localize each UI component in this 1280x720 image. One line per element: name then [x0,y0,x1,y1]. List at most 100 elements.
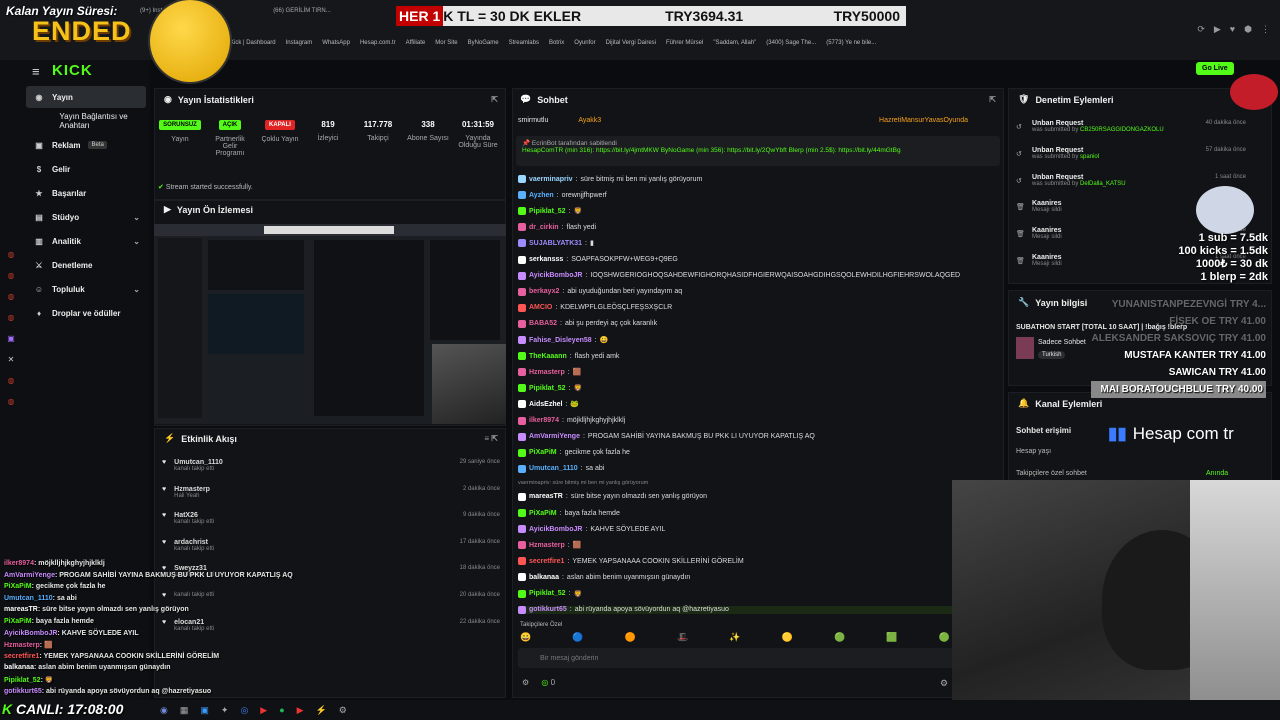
chat-message[interactable]: ilker8974: möjklljhjkghyjhjklklj [518,416,625,425]
sidebar-item[interactable]: ♦ Droplar ve ödüller [26,302,146,324]
activity-item[interactable]: ♥ ardachrist kanalı takip etti 17 dakika ön… [162,539,500,552]
emote-icon[interactable]: 🟠 [625,632,636,643]
chat-username[interactable]: vaerminapriv [529,176,573,183]
mod-action-user[interactable]: spaniol [1080,154,1099,160]
chat-username[interactable]: ilker8974 [529,417,559,424]
rail-icon[interactable]: ◍ [8,292,15,301]
chat-message[interactable]: SUJABLYATK31: ▮ [518,239,594,248]
chrome-icon[interactable]: ◎ [240,705,248,716]
chat-username[interactable]: AyicikBomboJR [529,526,582,533]
go-live-button[interactable]: Go Live [1196,62,1234,75]
chat-message[interactable]: gotikkurt65: abi rüyanda apoya sövüyordun… [518,605,954,614]
bookmark[interactable]: ByNoGame [468,40,499,46]
chat-message[interactable]: AmVarmiYenge: PROGAM SAHİBİ YAYINA BAKMUŞ… [518,432,815,441]
chat-username[interactable]: Pipiklat_52 [529,590,566,597]
chat-message[interactable]: secretfire1: YEMEK YAPSANAAA COOKIN SKİLL… [518,557,744,566]
chat-username[interactable]: SUJABLYATK31 [529,240,582,247]
emote-icon[interactable]: 🟡 [782,632,793,643]
settings-icon[interactable]: ⚙ [339,705,347,716]
chat-username[interactable]: dr_cirkin [529,224,559,231]
chat-message[interactable]: berkayx2: abi uyuduğundan beri yayındayım… [518,287,682,296]
chat-username[interactable]: AyicikBomboJR [529,272,582,279]
activity-item[interactable]: ♥ HatX26 kanalı takip etti 9 dakika önce [162,512,500,525]
filter-icon[interactable]: ≡ ⇱ [484,434,498,443]
chat-message[interactable]: dr_cirkin: flash yedi [518,223,596,232]
bookmark[interactable]: (5773) Ye ne bile... [826,40,876,46]
bookmark[interactable]: Kick | Dashboard [230,40,276,46]
chat-message[interactable]: Hzmasterp: 🟫 [518,541,581,550]
rail-icon[interactable]: ◍ [8,313,15,322]
bookmark[interactable]: Führer Mürsel [666,40,703,46]
discord-icon[interactable]: ◉ [160,705,168,716]
chat-input[interactable]: Bir mesaj gönderin [518,648,954,668]
sidebar-item[interactable]: ★ Başarılar [26,182,146,204]
rail-icon[interactable]: ▣ [7,334,15,343]
chat-username[interactable]: PiXaPiM [529,449,557,456]
chat-message[interactable]: TheKaaann: flash yedi amk [518,352,619,361]
chat-message[interactable]: PiXaPiM: baya fazla hemde [518,509,620,517]
popout-icon[interactable]: ⇱ [491,95,498,104]
category-name[interactable]: Sadece Sohbet [1038,339,1086,346]
hamburger-menu-icon[interactable]: ≡ [32,64,40,79]
chat-message[interactable]: vaerminapriv: süre bitmiş mi ben mi yanlı… [518,175,702,183]
chat-username[interactable]: mareasTR [529,493,563,500]
heart-icon[interactable]: ♥ [1230,24,1235,35]
chat-message[interactable]: mareasTR: süre bitse yayın olmazdı sen ya… [518,492,707,501]
chat-username[interactable]: AMCIO [529,304,552,311]
chat-username[interactable]: AidsEzhel [529,401,562,408]
play-icon[interactable]: ▶ [1214,24,1221,35]
emote-icon[interactable]: 🟩 [886,632,897,643]
emote-icon[interactable]: ✨ [729,632,740,643]
chat-message[interactable]: Umutcan_1110: sa abi [518,464,604,473]
bookmark[interactable]: Dijital Vergi Dairesi [606,40,656,46]
emote-icon[interactable]: 😀 [520,632,531,643]
sidebar-item[interactable]: ▥ Analitik ⌄ [26,230,146,252]
sidebar-item[interactable]: ▣ Reklam Beta [26,134,146,156]
tab-gerilim[interactable]: (66) GERİLİM TIRN... [273,8,331,14]
chat-message[interactable]: PiXaPiM: gecikme çok fazla he [518,448,630,457]
sidebar-item[interactable]: ☺ Topluluk ⌄ [26,278,146,300]
mod-action[interactable]: ↺ Unban Request was submitted by DelDalla_… [1016,174,1246,187]
chat-message[interactable]: balkanaa: aslan abim benim uyanmışsın gün… [518,573,690,582]
chevron-down-icon[interactable]: ⌄ [133,285,140,294]
refresh-icon[interactable]: ⟳ [1197,24,1205,35]
bookmark[interactable]: (3400) Sage The... [766,40,816,46]
followers-chat-value[interactable]: Anında [1206,470,1228,477]
sidebar-item[interactable]: ▤ Stüdyo ⌄ [26,206,146,228]
chat-username[interactable]: berkayx2 [529,288,559,295]
emote-icon[interactable]: 🔵 [572,632,583,643]
chat-message[interactable]: serkansss: SOAPFASOKPFW+WEG9+Q9EG [518,255,678,264]
chat-message[interactable]: Ayzhen: orewnjjfhpwerf [518,191,607,200]
emote-icon[interactable]: 🎩 [677,632,688,643]
bookmark[interactable]: "Saddam, Allah" [713,40,756,46]
chat-message[interactable]: Pipiklat_52: 🦁 [518,207,582,216]
sidebar-item[interactable]: ◉ Yayın [26,86,146,108]
mod-action[interactable]: ↺ Unban Request was submitted by CB250RSAG… [1016,120,1246,133]
stream-preview[interactable] [154,224,506,424]
top-user[interactable]: HazretiMansurYavasOyunda [879,117,968,124]
mod-action-user[interactable]: DelDalla_KATSU [1080,181,1126,187]
chevron-down-icon[interactable]: ⌄ [133,237,140,246]
chat-username[interactable]: PiXaPiM [529,510,557,517]
chat-username[interactable]: Hzmasterp [529,369,565,376]
sidebar-item[interactable]: $ Gelir [26,158,146,180]
mod-action[interactable]: ↺ Unban Request was submitted by spaniol 57… [1016,147,1246,160]
chat-message[interactable]: Hzmasterp: 🟫 [518,368,581,377]
bookmark[interactable]: Streamlabs [509,40,539,46]
chat-username[interactable]: Fahise_Disleyen58 [529,337,592,344]
chat-username[interactable]: Ayzhen [529,192,554,199]
activity-item[interactable]: ♥ Hzmasterp Hali Yeah 2 dakika önce [162,486,500,499]
chat-message[interactable]: AidsEzhel: 🐸 [518,400,579,409]
x-icon[interactable]: ✕ [8,355,15,364]
rail-icon[interactable]: ◍ [8,271,15,280]
app-icon[interactable]: ▶ [297,705,304,716]
chat-username[interactable]: gotikkurt65 [529,606,567,613]
chat-message[interactable]: Pipiklat_52: 🦁 [518,589,582,598]
chat-message[interactable]: AyicikBomboJR: IOQSHWGERIOGHOQSAHDEWFIGHO… [518,271,960,280]
chat-username[interactable]: secretfire1 [529,558,564,565]
bookmark[interactable]: Oyunfor [574,40,595,46]
app-icon[interactable]: ✦ [221,705,229,716]
emote-picker-icon[interactable]: ⚙ [522,678,529,687]
top-user[interactable]: Ayakk3 [578,117,601,124]
chat-username[interactable]: Pipiklat_52 [529,385,566,392]
